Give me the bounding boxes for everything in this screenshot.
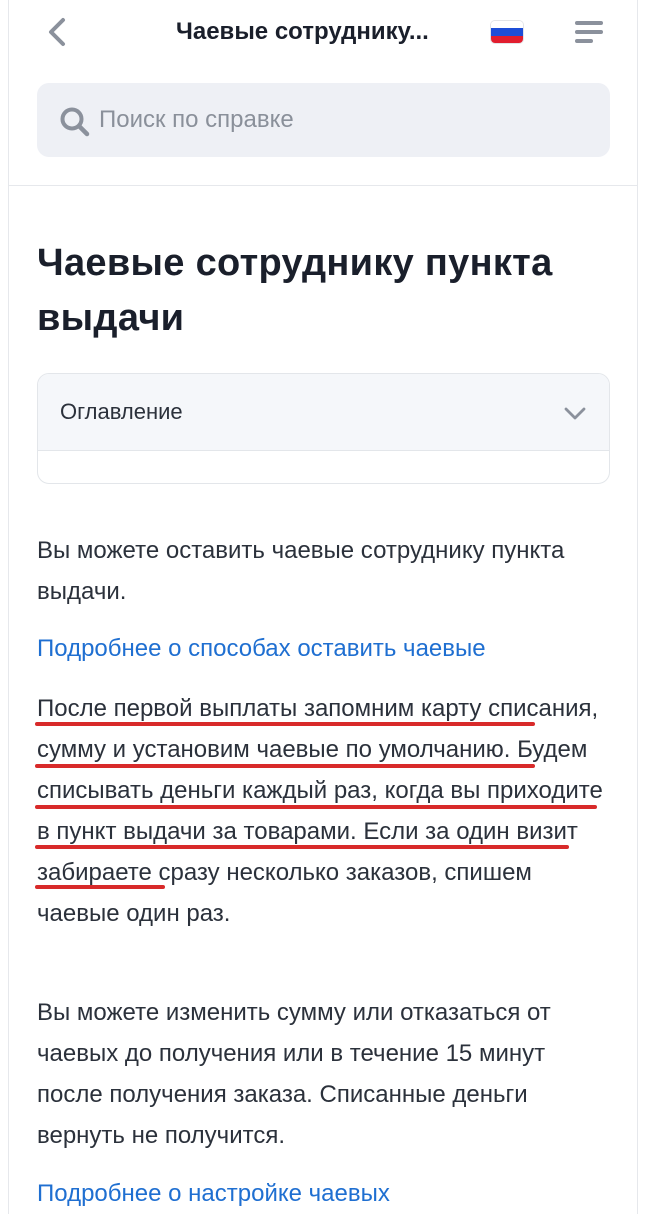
highlight-underline: [35, 885, 165, 889]
page-title: Чаевые сотруднику пункта выдачи: [37, 242, 553, 339]
highlight-underline: [35, 805, 597, 809]
highlight-underline: [35, 845, 569, 849]
hamburger-icon: [575, 21, 603, 25]
hamburger-icon-line: [575, 39, 593, 43]
search-icon: [60, 107, 90, 137]
toc-label: Оглавление: [60, 399, 183, 424]
highlight-underline: [35, 722, 535, 726]
toc-toggle[interactable]: Оглавление: [38, 374, 609, 451]
chevron-down-icon: [564, 407, 586, 420]
tip-settings-link[interactable]: Подробнее о настройке чаевых: [37, 1178, 390, 1210]
top-navigation-bar: Чаевые сотруднику...: [0, 0, 645, 66]
nav-title: Чаевые сотруднику...: [176, 18, 429, 45]
menu-button[interactable]: [573, 18, 605, 46]
intro-paragraph: Вы можете оставить чаевые сотруднику пун…: [37, 537, 565, 605]
tip-change-paragraph: Вы можете изменить сумму или отказаться …: [37, 999, 551, 1149]
back-button[interactable]: [40, 14, 74, 50]
table-of-contents: Оглавление: [37, 373, 610, 484]
tip-methods-link[interactable]: Подробнее о способах оставить чаевые: [37, 633, 486, 665]
hamburger-icon-line: [575, 30, 603, 34]
header-divider: [8, 185, 638, 186]
highlight-underline: [35, 764, 535, 768]
search-bar[interactable]: [37, 83, 610, 157]
search-input[interactable]: [99, 105, 579, 135]
chevron-left-icon: [49, 18, 65, 46]
russia-flag-icon[interactable]: [491, 21, 523, 43]
